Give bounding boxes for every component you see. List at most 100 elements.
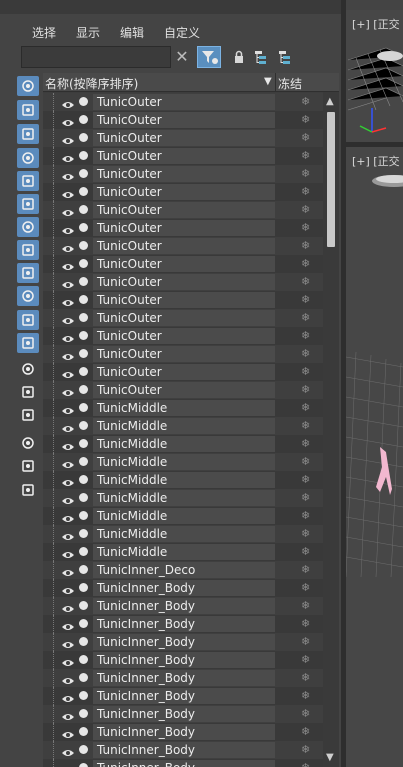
freeze-icon[interactable]: ❄ (301, 437, 310, 450)
freeze-icon[interactable]: ❄ (301, 329, 310, 342)
render-dot-icon[interactable] (79, 583, 88, 592)
table-row[interactable]: TunicOuter ❄ (43, 255, 323, 273)
render-dot-icon[interactable] (79, 241, 88, 250)
table-row[interactable]: TunicOuter ❄ (43, 165, 323, 183)
render-dot-icon[interactable] (79, 295, 88, 304)
table-row[interactable]: TunicOuter ❄ (43, 363, 323, 381)
table-row[interactable]: TunicInner_Body ❄ (43, 633, 323, 651)
render-dot-icon[interactable] (79, 367, 88, 376)
render-dot-icon[interactable] (79, 547, 88, 556)
freeze-icon[interactable]: ❄ (301, 419, 310, 432)
render-dot-icon[interactable] (79, 421, 88, 430)
render-dot-icon[interactable] (79, 439, 88, 448)
display-helpers-icon[interactable] (17, 171, 39, 191)
menu-edit[interactable]: 编辑 (120, 24, 144, 41)
table-row[interactable]: TunicOuter ❄ (43, 381, 323, 399)
menu-display[interactable]: 显示 (76, 24, 100, 41)
freeze-icon[interactable]: ❄ (301, 653, 310, 666)
table-row[interactable]: TunicOuter ❄ (43, 183, 323, 201)
freeze-icon[interactable]: ❄ (301, 473, 310, 486)
freeze-icon[interactable]: ❄ (301, 671, 310, 684)
freeze-icon[interactable]: ❄ (301, 707, 310, 720)
freeze-icon[interactable]: ❄ (301, 761, 310, 767)
display-all-icon[interactable] (17, 359, 39, 379)
layer-hierarchy-icon[interactable] (277, 49, 293, 65)
display-geometry-icon[interactable] (17, 76, 39, 96)
table-row[interactable]: TunicInner_Deco ❄ (43, 561, 323, 579)
visibility-eye-icon[interactable] (61, 762, 75, 767)
table-row[interactable]: TunicMiddle ❄ (43, 435, 323, 453)
freeze-icon[interactable]: ❄ (301, 167, 310, 180)
table-row[interactable]: TunicMiddle ❄ (43, 507, 323, 525)
render-dot-icon[interactable] (79, 205, 88, 214)
freeze-icon[interactable]: ❄ (301, 203, 310, 216)
table-row[interactable]: TunicMiddle ❄ (43, 399, 323, 417)
freeze-icon[interactable]: ❄ (301, 311, 310, 324)
sort-arrow-icon[interactable]: ▼ (264, 76, 272, 87)
table-row[interactable]: TunicInner_Body ❄ (43, 579, 323, 597)
table-row[interactable]: TunicOuter ❄ (43, 219, 323, 237)
freeze-icon[interactable]: ❄ (301, 365, 310, 378)
freeze-icon[interactable]: ❄ (301, 545, 310, 558)
table-row[interactable]: TunicInner_Body ❄ (43, 597, 323, 615)
freeze-icon[interactable]: ❄ (301, 347, 310, 360)
table-row[interactable]: TunicMiddle ❄ (43, 525, 323, 543)
freeze-icon[interactable]: ❄ (301, 743, 310, 756)
table-row[interactable]: TunicInner_Body ❄ (43, 741, 323, 759)
filter-settings-icon[interactable] (17, 433, 39, 453)
render-dot-icon[interactable] (79, 97, 88, 106)
render-dot-icon[interactable] (79, 115, 88, 124)
display-xrefs-icon[interactable] (17, 240, 39, 260)
render-dot-icon[interactable] (79, 151, 88, 160)
display-spacewarps-icon[interactable] (17, 194, 39, 214)
render-dot-icon[interactable] (79, 601, 88, 610)
table-row[interactable]: TunicInner_Body ❄ (43, 651, 323, 669)
freeze-icon[interactable]: ❄ (301, 131, 310, 144)
scroll-up-icon[interactable]: ▲ (326, 96, 334, 107)
table-row[interactable]: TunicOuter ❄ (43, 147, 323, 165)
table-row[interactable]: TunicOuter ❄ (43, 273, 323, 291)
display-containers-icon[interactable] (17, 286, 39, 306)
freeze-icon[interactable]: ❄ (301, 185, 310, 198)
display-frozen-icon[interactable] (17, 310, 39, 330)
display-none-icon[interactable] (17, 382, 39, 402)
table-row[interactable]: TunicOuter ❄ (43, 201, 323, 219)
freeze-icon[interactable]: ❄ (301, 635, 310, 648)
render-dot-icon[interactable] (79, 529, 88, 538)
freeze-icon[interactable]: ❄ (301, 599, 310, 612)
freeze-icon[interactable]: ❄ (301, 617, 310, 630)
render-dot-icon[interactable] (79, 169, 88, 178)
render-dot-icon[interactable] (79, 493, 88, 502)
display-hidden-icon[interactable] (17, 333, 39, 353)
freeze-icon[interactable]: ❄ (301, 509, 310, 522)
display-shapes-icon[interactable] (17, 100, 39, 120)
table-row[interactable]: TunicMiddle ❄ (43, 453, 323, 471)
table-row[interactable]: TunicOuter ❄ (43, 345, 323, 363)
freeze-icon[interactable]: ❄ (301, 221, 310, 234)
render-dot-icon[interactable] (79, 349, 88, 358)
freeze-column-header[interactable]: 冻结 (278, 75, 302, 92)
render-dot-icon[interactable] (79, 223, 88, 232)
scroll-down-icon[interactable]: ▼ (326, 752, 334, 763)
render-dot-icon[interactable] (79, 457, 88, 466)
freeze-icon[interactable]: ❄ (301, 239, 310, 252)
render-dot-icon[interactable] (79, 511, 88, 520)
display-groups-icon[interactable] (17, 217, 39, 237)
render-dot-icon[interactable] (79, 331, 88, 340)
render-dot-icon[interactable] (79, 655, 88, 664)
render-dot-icon[interactable] (79, 385, 88, 394)
freeze-icon[interactable]: ❄ (301, 275, 310, 288)
search-input[interactable] (21, 46, 171, 68)
render-dot-icon[interactable] (79, 313, 88, 322)
render-dot-icon[interactable] (79, 691, 88, 700)
render-dot-icon[interactable] (79, 727, 88, 736)
vertical-scrollbar[interactable]: ▲ ▼ (323, 92, 339, 767)
lock-icon[interactable] (231, 49, 247, 65)
render-dot-icon[interactable] (79, 745, 88, 754)
table-row[interactable]: TunicInner_Body ❄ (43, 705, 323, 723)
container-icon[interactable] (17, 480, 39, 500)
freeze-icon[interactable]: ❄ (301, 401, 310, 414)
display-bones-icon[interactable] (17, 263, 39, 283)
table-row[interactable]: TunicInner_Body ❄ (43, 723, 323, 741)
display-invert-icon[interactable] (17, 405, 39, 425)
